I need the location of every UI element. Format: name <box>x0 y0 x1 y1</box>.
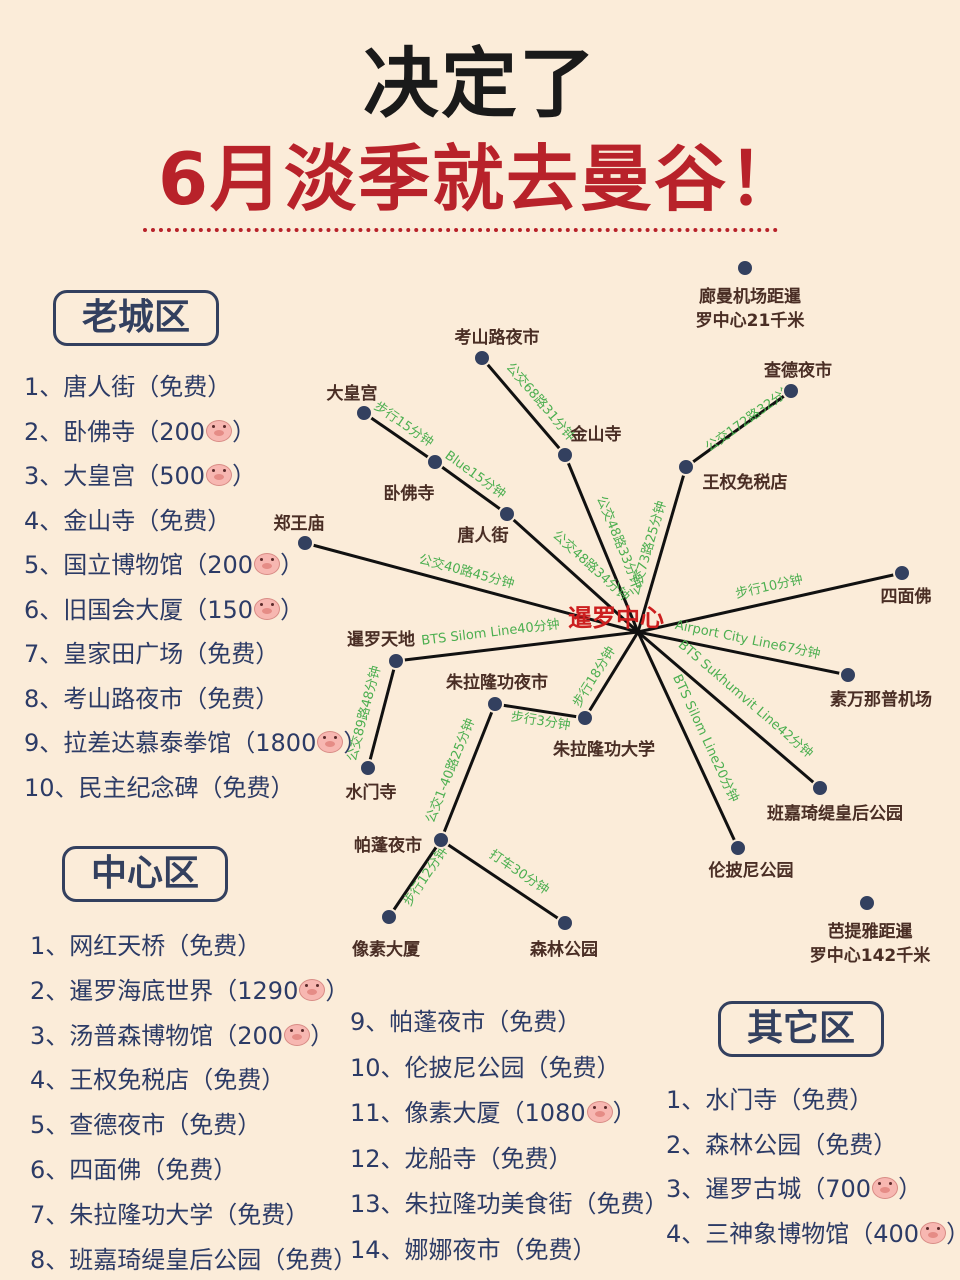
map-node-dot <box>296 534 314 552</box>
map-node-label: 帕蓬夜市 <box>354 835 422 856</box>
map-node-label: 班嘉琦缇皇后公园 <box>767 803 903 824</box>
map-node-dot <box>426 453 444 471</box>
map-node-label: 朱拉隆功夜市 <box>446 672 548 693</box>
map-node-dot <box>556 446 574 464</box>
route-label: 公交68路31分钟 <box>503 359 579 444</box>
map-node-label: 卧佛寺 <box>384 483 435 504</box>
map-node-dot <box>839 666 857 684</box>
map-node-label: 大皇宫 <box>327 383 378 404</box>
route-label: 公交89路48分钟 <box>344 664 384 763</box>
map-node-dot <box>486 695 504 713</box>
map-node-dot <box>858 894 876 912</box>
map-center-label: 暹罗中心 <box>568 604 664 632</box>
map-node-dot <box>387 652 405 670</box>
map-node-label: 芭提雅距暹罗中心142千米 <box>810 921 931 966</box>
map-node-dot <box>576 709 594 727</box>
map-node-dot <box>677 458 695 476</box>
map-node-dot <box>498 505 516 523</box>
map-node-label: 廊曼机场距暹罗中心21千米 <box>696 286 806 331</box>
map-node-dot <box>473 349 491 367</box>
map-node-dot <box>556 914 574 932</box>
map-node-label: 四面佛 <box>881 586 932 607</box>
map-node-label: 素万那普机场 <box>830 689 932 710</box>
map-node-dot <box>893 564 911 582</box>
map-node-dot <box>359 759 377 777</box>
map-node-label: 王权免税店 <box>703 472 788 493</box>
map-node-dot <box>355 404 373 422</box>
map-node-label: 像素大厦 <box>352 939 421 960</box>
map-node-label: 暹罗天地 <box>347 629 415 650</box>
map-node-label: 金山寺 <box>570 424 622 445</box>
map-node-label: 朱拉隆功大学 <box>553 739 655 760</box>
route-map: 公交68路31分钟公交48路33分钟步行15分钟Blue15分钟公交48路34分… <box>274 259 932 966</box>
map-node-dot <box>811 779 829 797</box>
map-node-dot <box>782 382 800 400</box>
map-node-dot <box>432 831 450 849</box>
map-node-dot <box>380 908 398 926</box>
map-node-dot <box>736 259 754 277</box>
map-node-label: 郑王庙 <box>274 513 325 534</box>
map-node-label: 唐人街 <box>458 525 509 546</box>
route-label: 打车30分钟 <box>486 846 552 897</box>
map-node-label: 查德夜市 <box>763 360 832 381</box>
map-node-label: 森林公园 <box>530 939 598 960</box>
map-node-label: 伦披尼公园 <box>709 860 794 881</box>
map-node-label: 考山路夜市 <box>454 327 540 348</box>
map-node-dot <box>729 839 747 857</box>
map-node-label: 水门寺 <box>346 782 397 803</box>
